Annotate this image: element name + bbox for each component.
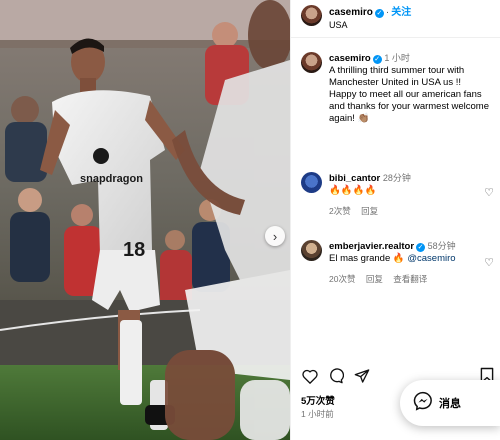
post-location[interactable]: USA [329,19,411,31]
post-likes[interactable]: 5万次赞 [301,393,335,407]
instagram-post-view: snapdragon 18 › casemiro ✓ · 关注 USA case… [0,0,500,440]
post-image: snapdragon 18 [0,0,290,440]
header-username[interactable]: casemiro [329,7,373,18]
avatar[interactable] [301,172,322,193]
translate-button[interactable]: 查看翻译 [393,274,427,284]
avatar[interactable] [301,52,322,73]
comment-username[interactable]: emberjavier.realtor [329,241,414,252]
heart-icon[interactable]: ♡ [484,186,494,199]
caption: casemiro ✓ 1 小时 A thrilling third summer … [301,52,496,125]
heart-icon[interactable] [301,367,319,385]
post-photo[interactable]: snapdragon 18 › [0,0,290,440]
comment-item: emberjavier.realtor ✓ 58分钟 El mas grande … [301,240,496,285]
messenger-icon [413,391,433,416]
reply-button[interactable]: 回复 [361,206,378,216]
caption-time[interactable]: 1 小时 [384,53,410,63]
share-icon[interactable] [353,367,371,385]
verified-badge-icon: ✓ [374,9,384,18]
jersey-number: 18 [123,239,145,261]
verified-badge-icon: ✓ [372,55,382,64]
follow-button[interactable]: 关注 [391,7,411,18]
caption-username[interactable]: casemiro [329,53,371,64]
caption-text: A thrilling third summer tour with Manch… [329,65,489,124]
messages-button[interactable]: 消息 [400,380,500,426]
avatar[interactable] [301,240,322,261]
post-date[interactable]: 1 小时前 [301,408,334,420]
post-side-panel: casemiro ✓ · 关注 USA casemiro ✓ 1 小时 A thrill… [290,0,500,440]
comment-text: 🔥🔥🔥🔥 [329,185,377,196]
comment-likes[interactable]: 20次赞 [329,274,355,284]
avatar[interactable] [301,5,322,26]
mention-link[interactable]: @casemiro [407,253,455,264]
reply-button[interactable]: 回复 [366,274,383,284]
comment-time[interactable]: 58分钟 [428,241,456,251]
comment-text: El mas grande 🔥 @casemiro [329,253,456,264]
next-photo-button[interactable]: › [265,226,285,246]
comment-username[interactable]: bibi_cantor [329,173,380,184]
comment-icon[interactable] [327,367,345,385]
verified-badge-icon: ✓ [416,243,426,252]
comment-time[interactable]: 28分钟 [383,173,411,183]
messages-label: 消息 [439,398,461,410]
comment-item: bibi_cantor 28分钟 🔥🔥🔥🔥 2次赞 回复 [301,172,496,217]
heart-icon[interactable]: ♡ [484,256,494,269]
chevron-right-icon: › [272,228,278,244]
jersey-sponsor: snapdragon [80,173,143,185]
comment-likes[interactable]: 2次赞 [329,206,351,216]
post-header: casemiro ✓ · 关注 USA [291,0,500,38]
